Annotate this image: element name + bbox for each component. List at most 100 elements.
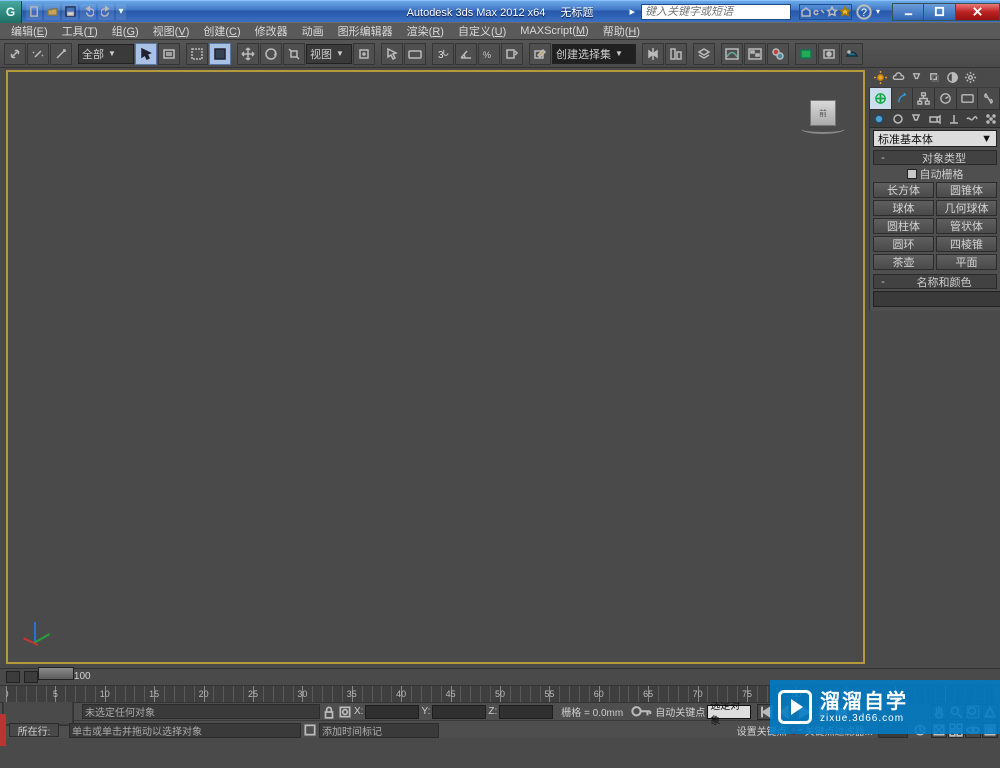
tab-utilities-icon[interactable] — [978, 88, 1000, 109]
rollout-objecttype[interactable]: -对象类型 — [873, 150, 997, 165]
menu-工具[interactable]: 工具(T) — [55, 22, 105, 40]
time-slider[interactable] — [38, 667, 74, 680]
rotate-icon[interactable] — [260, 43, 282, 65]
tab-motion-icon[interactable] — [935, 88, 957, 109]
sub-lights-icon[interactable] — [907, 113, 926, 125]
primitive-管状体[interactable]: 管状体 — [936, 218, 997, 234]
qat-new-icon[interactable] — [26, 4, 42, 20]
shadow-icon[interactable] — [926, 70, 942, 86]
refcoord-dropdown[interactable]: 视图▼ — [306, 44, 352, 64]
primitive-圆柱体[interactable]: 圆柱体 — [873, 218, 934, 234]
named-selset[interactable]: 创建选择集▼ — [552, 44, 636, 64]
primitive-圆锥体[interactable]: 圆锥体 — [936, 182, 997, 198]
link-icon[interactable] — [4, 43, 26, 65]
select-name-icon[interactable] — [158, 43, 180, 65]
qat-caret-icon[interactable]: ▾ — [116, 4, 126, 20]
curve-editor-icon[interactable] — [721, 43, 743, 65]
primitive-平面[interactable]: 平面 — [936, 254, 997, 270]
menu-图形编辑器[interactable]: 图形编辑器 — [331, 22, 400, 40]
key-icon[interactable] — [631, 705, 653, 719]
primitive-茶壶[interactable]: 茶壶 — [873, 254, 934, 270]
viewcube-ring[interactable] — [801, 124, 845, 134]
help-icon[interactable]: ? — [856, 4, 872, 20]
pivot-icon[interactable] — [353, 43, 375, 65]
search-caret-icon[interactable]: ▸ — [629, 5, 635, 18]
menu-组[interactable]: 组(G) — [105, 22, 146, 40]
help-caret-icon[interactable]: ▾ — [876, 7, 880, 16]
render-frame-icon[interactable] — [818, 43, 840, 65]
menu-视图[interactable]: 视图(V) — [146, 22, 197, 40]
sub-helpers-icon[interactable] — [944, 113, 963, 125]
menu-修改器[interactable]: 修改器 — [248, 22, 295, 40]
qat-open-icon[interactable] — [44, 4, 60, 20]
primitive-几何球体[interactable]: 几何球体 — [936, 200, 997, 216]
move-icon[interactable] — [237, 43, 259, 65]
cloud-icon[interactable] — [890, 70, 906, 86]
angle-snap-icon[interactable] — [455, 43, 477, 65]
region-rect-icon[interactable] — [186, 43, 208, 65]
unlink-icon[interactable] — [27, 43, 49, 65]
listener-lock-icon[interactable] — [303, 723, 317, 737]
ic-star-icon[interactable] — [826, 5, 838, 19]
close-button[interactable] — [956, 3, 1000, 21]
qat-redo-icon[interactable] — [98, 4, 114, 20]
tab-hierarchy-icon[interactable] — [913, 88, 935, 109]
snap-toggle-icon[interactable]: 3 — [432, 43, 454, 65]
scale-icon[interactable] — [283, 43, 305, 65]
primitive-圆环[interactable]: 圆环 — [873, 236, 934, 252]
spinner-snap-icon[interactable] — [501, 43, 523, 65]
light-icon[interactable] — [908, 70, 924, 86]
tab-modify-icon[interactable] — [892, 88, 914, 109]
menu-动画[interactable]: 动画 — [295, 22, 331, 40]
ic-home-icon[interactable] — [800, 5, 812, 19]
sub-geometry-icon[interactable] — [870, 113, 889, 125]
bind-icon[interactable] — [50, 43, 72, 65]
primitive-球体[interactable]: 球体 — [873, 200, 934, 216]
menu-创建[interactable]: 创建(C) — [196, 22, 247, 40]
sub-shapes-icon[interactable] — [889, 113, 908, 125]
viewport[interactable]: 前 — [6, 70, 865, 664]
z-input[interactable] — [499, 705, 553, 719]
y-input[interactable] — [432, 705, 486, 719]
autogrid-checkbox[interactable] — [907, 169, 917, 179]
gear-icon[interactable] — [962, 70, 978, 86]
percent-snap-icon[interactable]: % — [478, 43, 500, 65]
menu-帮助[interactable]: 帮助(H) — [596, 22, 647, 40]
schematic-icon[interactable] — [744, 43, 766, 65]
viewcube-face[interactable]: 前 — [810, 100, 836, 126]
lock-icon[interactable] — [322, 705, 336, 719]
viewcube[interactable]: 前 — [801, 100, 845, 144]
selection-filter[interactable]: 全部▼ — [78, 44, 134, 64]
layers-icon[interactable] — [693, 43, 715, 65]
window-crossing-icon[interactable] — [209, 43, 231, 65]
keymode-dropdown[interactable]: 选定对象 — [707, 705, 751, 719]
menu-编辑[interactable]: 编辑(E) — [4, 22, 55, 40]
tab-create-icon[interactable] — [870, 88, 892, 109]
maximize-button[interactable] — [924, 3, 956, 21]
sun-icon[interactable] — [872, 70, 888, 86]
timeconfig-a-icon[interactable] — [6, 671, 20, 683]
minimize-button[interactable] — [892, 3, 924, 21]
sub-spacewarps-icon[interactable] — [963, 113, 982, 125]
sub-cameras-icon[interactable] — [926, 113, 945, 125]
sub-systems-icon[interactable] — [981, 113, 1000, 125]
ic-key-icon[interactable] — [813, 5, 825, 19]
timeconfig-b-icon[interactable] — [24, 671, 38, 683]
qat-save-icon[interactable] — [62, 4, 78, 20]
select-manip-icon[interactable] — [381, 43, 403, 65]
mirror-icon[interactable] — [642, 43, 664, 65]
search-input[interactable] — [641, 4, 791, 20]
material-editor-icon[interactable] — [767, 43, 789, 65]
primitive-长方体[interactable]: 长方体 — [873, 182, 934, 198]
x-input[interactable] — [365, 705, 419, 719]
qat-undo-icon[interactable] — [80, 4, 96, 20]
autogrid-row[interactable]: 自动栅格 — [873, 166, 997, 182]
menu-自定义[interactable]: 自定义(U) — [451, 22, 513, 40]
render-icon[interactable] — [841, 43, 863, 65]
align-icon[interactable] — [665, 43, 687, 65]
menu-MAXScript[interactable]: MAXScript(M) — [513, 24, 595, 38]
rollout-namecolor[interactable]: -名称和颜色 — [873, 274, 997, 289]
primitive-四棱锥[interactable]: 四棱锥 — [936, 236, 997, 252]
editnamed-icon[interactable] — [529, 43, 551, 65]
render-setup-icon[interactable] — [795, 43, 817, 65]
